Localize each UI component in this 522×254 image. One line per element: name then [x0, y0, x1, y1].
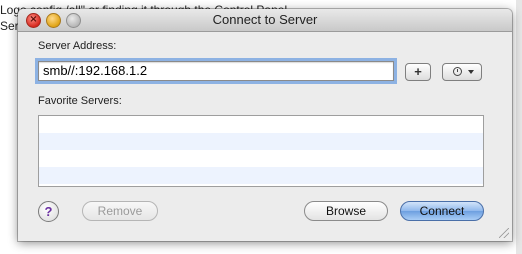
recent-servers-button[interactable]: [442, 63, 482, 81]
connect-to-server-window: × Connect to Server Server Address: + Fa…: [18, 9, 512, 241]
list-item: [39, 167, 483, 184]
help-button[interactable]: ?: [38, 201, 59, 222]
background-text-line: Ser: [0, 19, 19, 33]
favorite-servers-list[interactable]: [38, 115, 484, 187]
window-title: Connect to Server: [212, 12, 318, 27]
title-bar[interactable]: × Connect to Server: [18, 9, 512, 32]
remove-button[interactable]: Remove: [82, 201, 158, 221]
add-favorite-button[interactable]: +: [405, 63, 431, 81]
background-scroll-edge: [516, 0, 522, 254]
list-item: [39, 116, 483, 133]
list-item: [39, 133, 483, 150]
server-address-input[interactable]: [38, 61, 394, 81]
browse-button[interactable]: Browse: [304, 201, 388, 221]
chevron-down-icon: [468, 70, 474, 74]
connect-button[interactable]: Connect: [400, 201, 484, 221]
favorite-servers-label: Favorite Servers:: [38, 95, 122, 107]
resize-grip-icon[interactable]: [499, 228, 509, 238]
list-item: [39, 150, 483, 167]
server-address-label: Server Address:: [38, 40, 117, 52]
clock-icon: [453, 67, 462, 76]
